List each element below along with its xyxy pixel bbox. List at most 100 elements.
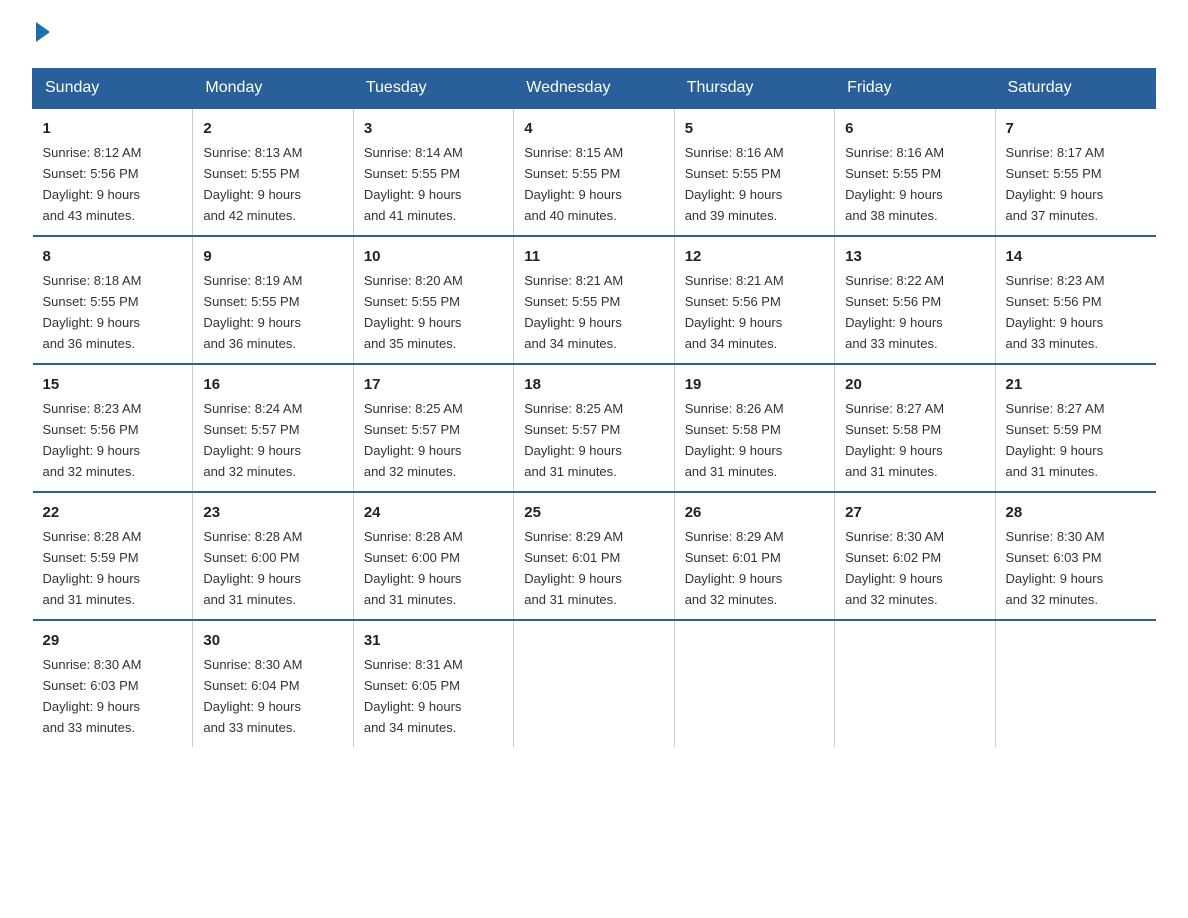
day-number: 4: [524, 117, 663, 140]
day-number: 15: [43, 373, 183, 396]
calendar-cell: 23 Sunrise: 8:28 AMSunset: 6:00 PMDayligh…: [193, 492, 353, 620]
weekday-header-tuesday: Tuesday: [353, 69, 513, 109]
day-number: 28: [1006, 501, 1146, 524]
day-info: Sunrise: 8:26 AMSunset: 5:58 PMDaylight:…: [685, 401, 784, 479]
calendar-week-4: 22 Sunrise: 8:28 AMSunset: 5:59 PMDayligh…: [33, 492, 1156, 620]
calendar-cell: 28 Sunrise: 8:30 AMSunset: 6:03 PMDayligh…: [995, 492, 1155, 620]
day-info: Sunrise: 8:31 AMSunset: 6:05 PMDaylight:…: [364, 657, 463, 735]
calendar-week-1: 1 Sunrise: 8:12 AMSunset: 5:56 PMDaylight…: [33, 108, 1156, 236]
calendar-cell: 12Sunrise: 8:21 AMSunset: 5:56 PMDayligh…: [674, 236, 834, 364]
day-info: Sunrise: 8:22 AMSunset: 5:56 PMDaylight:…: [845, 273, 944, 351]
day-info: Sunrise: 8:29 AMSunset: 6:01 PMDaylight:…: [685, 529, 784, 607]
day-number: 27: [845, 501, 984, 524]
weekday-header-saturday: Saturday: [995, 69, 1155, 109]
weekday-header-thursday: Thursday: [674, 69, 834, 109]
calendar-header-row: SundayMondayTuesdayWednesdayThursdayFrid…: [33, 69, 1156, 109]
calendar-table: SundayMondayTuesdayWednesdayThursdayFrid…: [32, 68, 1156, 747]
weekday-header-wednesday: Wednesday: [514, 69, 674, 109]
day-number: 20: [845, 373, 984, 396]
day-info: Sunrise: 8:25 AMSunset: 5:57 PMDaylight:…: [524, 401, 623, 479]
day-info: Sunrise: 8:30 AMSunset: 6:03 PMDaylight:…: [43, 657, 142, 735]
day-info: Sunrise: 8:29 AMSunset: 6:01 PMDaylight:…: [524, 529, 623, 607]
calendar-cell: 14 Sunrise: 8:23 AMSunset: 5:56 PMDayligh…: [995, 236, 1155, 364]
day-number: 23: [203, 501, 342, 524]
day-number: 8: [43, 245, 183, 268]
calendar-cell: 26Sunrise: 8:29 AMSunset: 6:01 PMDayligh…: [674, 492, 834, 620]
calendar-cell: 24Sunrise: 8:28 AMSunset: 6:00 PMDayligh…: [353, 492, 513, 620]
calendar-week-2: 8 Sunrise: 8:18 AMSunset: 5:55 PMDaylight…: [33, 236, 1156, 364]
day-info: Sunrise: 8:20 AMSunset: 5:55 PMDaylight:…: [364, 273, 463, 351]
day-number: 3: [364, 117, 503, 140]
day-info: Sunrise: 8:30 AMSunset: 6:03 PMDaylight:…: [1006, 529, 1105, 607]
logo-arrow-icon: [36, 22, 50, 42]
day-number: 11: [524, 245, 663, 268]
day-info: Sunrise: 8:30 AMSunset: 6:04 PMDaylight:…: [203, 657, 302, 735]
day-number: 12: [685, 245, 824, 268]
day-info: Sunrise: 8:16 AMSunset: 5:55 PMDaylight:…: [685, 145, 784, 223]
calendar-cell: 11 Sunrise: 8:21 AMSunset: 5:55 PMDayligh…: [514, 236, 674, 364]
day-number: 29: [43, 629, 183, 652]
calendar-cell: 22 Sunrise: 8:28 AMSunset: 5:59 PMDayligh…: [33, 492, 193, 620]
day-info: Sunrise: 8:27 AMSunset: 5:59 PMDaylight:…: [1006, 401, 1105, 479]
day-info: Sunrise: 8:14 AMSunset: 5:55 PMDaylight:…: [364, 145, 463, 223]
calendar-cell: 8 Sunrise: 8:18 AMSunset: 5:55 PMDaylight…: [33, 236, 193, 364]
day-info: Sunrise: 8:27 AMSunset: 5:58 PMDaylight:…: [845, 401, 944, 479]
day-info: Sunrise: 8:12 AMSunset: 5:56 PMDaylight:…: [43, 145, 142, 223]
day-info: Sunrise: 8:15 AMSunset: 5:55 PMDaylight:…: [524, 145, 623, 223]
day-number: 31: [364, 629, 503, 652]
calendar-cell: 4 Sunrise: 8:15 AMSunset: 5:55 PMDaylight…: [514, 108, 674, 236]
logo: [32, 24, 50, 44]
calendar-cell: 9Sunrise: 8:19 AMSunset: 5:55 PMDaylight…: [193, 236, 353, 364]
day-info: Sunrise: 8:28 AMSunset: 6:00 PMDaylight:…: [203, 529, 302, 607]
calendar-cell: 6 Sunrise: 8:16 AMSunset: 5:55 PMDaylight…: [835, 108, 995, 236]
day-info: Sunrise: 8:28 AMSunset: 5:59 PMDaylight:…: [43, 529, 142, 607]
day-number: 18: [524, 373, 663, 396]
calendar-cell: 16 Sunrise: 8:24 AMSunset: 5:57 PMDayligh…: [193, 364, 353, 492]
day-number: 22: [43, 501, 183, 524]
weekday-header-friday: Friday: [835, 69, 995, 109]
day-info: Sunrise: 8:13 AMSunset: 5:55 PMDaylight:…: [203, 145, 302, 223]
day-number: 16: [203, 373, 342, 396]
page-header: [32, 24, 1156, 44]
day-number: 30: [203, 629, 342, 652]
day-number: 10: [364, 245, 503, 268]
calendar-cell: 1 Sunrise: 8:12 AMSunset: 5:56 PMDaylight…: [33, 108, 193, 236]
day-info: Sunrise: 8:21 AMSunset: 5:55 PMDaylight:…: [524, 273, 623, 351]
calendar-cell: [514, 620, 674, 747]
calendar-cell: 3 Sunrise: 8:14 AMSunset: 5:55 PMDaylight…: [353, 108, 513, 236]
calendar-cell: 30 Sunrise: 8:30 AMSunset: 6:04 PMDayligh…: [193, 620, 353, 747]
day-info: Sunrise: 8:17 AMSunset: 5:55 PMDaylight:…: [1006, 145, 1105, 223]
calendar-cell: 5Sunrise: 8:16 AMSunset: 5:55 PMDaylight…: [674, 108, 834, 236]
day-info: Sunrise: 8:16 AMSunset: 5:55 PMDaylight:…: [845, 145, 944, 223]
calendar-cell: [674, 620, 834, 747]
calendar-cell: 25 Sunrise: 8:29 AMSunset: 6:01 PMDayligh…: [514, 492, 674, 620]
day-number: 2: [203, 117, 342, 140]
day-number: 9: [203, 245, 342, 268]
calendar-cell: 2 Sunrise: 8:13 AMSunset: 5:55 PMDaylight…: [193, 108, 353, 236]
calendar-cell: 19Sunrise: 8:26 AMSunset: 5:58 PMDayligh…: [674, 364, 834, 492]
calendar-cell: 21 Sunrise: 8:27 AMSunset: 5:59 PMDayligh…: [995, 364, 1155, 492]
day-number: 24: [364, 501, 503, 524]
calendar-cell: 29 Sunrise: 8:30 AMSunset: 6:03 PMDayligh…: [33, 620, 193, 747]
day-info: Sunrise: 8:25 AMSunset: 5:57 PMDaylight:…: [364, 401, 463, 479]
day-number: 1: [43, 117, 183, 140]
calendar-cell: 15Sunrise: 8:23 AMSunset: 5:56 PMDayligh…: [33, 364, 193, 492]
day-info: Sunrise: 8:24 AMSunset: 5:57 PMDaylight:…: [203, 401, 302, 479]
day-info: Sunrise: 8:23 AMSunset: 5:56 PMDaylight:…: [1006, 273, 1105, 351]
calendar-cell: [835, 620, 995, 747]
day-number: 21: [1006, 373, 1146, 396]
day-number: 6: [845, 117, 984, 140]
calendar-cell: 20 Sunrise: 8:27 AMSunset: 5:58 PMDayligh…: [835, 364, 995, 492]
calendar-week-5: 29 Sunrise: 8:30 AMSunset: 6:03 PMDayligh…: [33, 620, 1156, 747]
day-number: 17: [364, 373, 503, 396]
calendar-cell: 18 Sunrise: 8:25 AMSunset: 5:57 PMDayligh…: [514, 364, 674, 492]
day-info: Sunrise: 8:18 AMSunset: 5:55 PMDaylight:…: [43, 273, 142, 351]
day-number: 14: [1006, 245, 1146, 268]
weekday-header-sunday: Sunday: [33, 69, 193, 109]
day-number: 25: [524, 501, 663, 524]
day-info: Sunrise: 8:30 AMSunset: 6:02 PMDaylight:…: [845, 529, 944, 607]
calendar-cell: 31 Sunrise: 8:31 AMSunset: 6:05 PMDayligh…: [353, 620, 513, 747]
calendar-cell: 10 Sunrise: 8:20 AMSunset: 5:55 PMDayligh…: [353, 236, 513, 364]
calendar-week-3: 15Sunrise: 8:23 AMSunset: 5:56 PMDayligh…: [33, 364, 1156, 492]
weekday-header-monday: Monday: [193, 69, 353, 109]
